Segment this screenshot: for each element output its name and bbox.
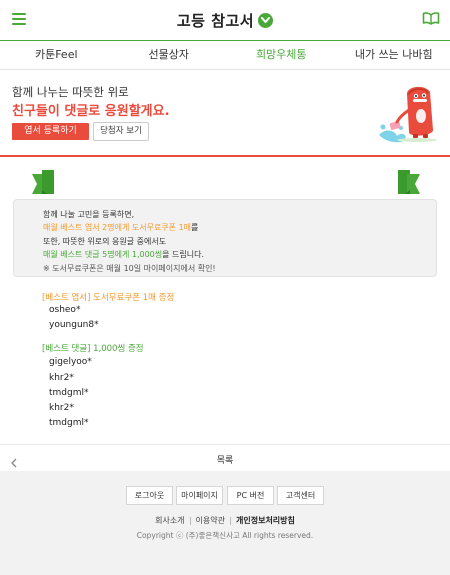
chevron-down-icon[interactable] [258, 13, 274, 28]
notice-comment-prize: 매월 베스트 댓글 5명에게 1,000씽 [43, 250, 163, 259]
comment-winner-item: tmdgml* [49, 388, 89, 398]
view-winners-button[interactable]: 당첨자 보기 [93, 122, 149, 141]
mypage-button[interactable]: 마이페이지 [176, 486, 223, 505]
pc-version-button[interactable]: PC 버전 [227, 486, 274, 505]
privacy-policy-link[interactable]: 개인정보처리방침 [236, 516, 295, 525]
footer-links: 회사소개 이용약관 개인정보처리방침 [0, 515, 450, 526]
notice-line-4: 매월 베스트 댓글 5명에게 1,000씽을 드립니다. [43, 249, 204, 260]
list-link[interactable]: 목록 [0, 453, 450, 466]
header: 고등 참고서 [0, 0, 450, 40]
comment-winner-item: khr2* [49, 403, 74, 413]
tab-bar: 카툰Feel 선물상자 희망우체통 내가 쓰는 나바힘 [0, 40, 450, 70]
copyright-text: Copyright ⓒ (주)좋은책신사고 All rights reserve… [136, 531, 314, 540]
link-divider [230, 516, 231, 525]
decorative-ribbon-left [32, 170, 54, 198]
mailbox-mascot-illustration [375, 80, 445, 154]
notice-line-1: 함께 나눌 고민을 등록하면, [43, 210, 135, 219]
tab-gift-box[interactable]: 선물상자 [113, 41, 226, 69]
notice-postcard-prize: 매월 베스트 엽서 2명에게 도서무료쿠폰 1매 [43, 223, 192, 232]
notice-line-2-rest: 를 [191, 223, 199, 232]
logout-button[interactable]: 로그아웃 [126, 486, 173, 505]
comment-winner-item: tmdgml* [49, 418, 89, 428]
customer-center-button[interactable]: 고객센터 [277, 486, 324, 505]
title-area: 고등 참고서 [0, 10, 450, 31]
register-postcard-button[interactable]: 엽서 등록하기 [12, 123, 89, 140]
best-comment-title: [베스트 댓글] 1,000씽 증정 [42, 344, 144, 354]
notice-footnote: ※ 도서무료쿠폰은 매월 10일 마이페이지에서 확인! [43, 264, 216, 273]
company-info-link[interactable]: 회사소개 [155, 516, 184, 525]
notice-line-4-rest: 을 드립니다. [162, 250, 205, 259]
hero-headline: 친구들이 댓글로 응원할게요. [12, 104, 170, 119]
best-postcard-title: [베스트 엽서] 도서무료쿠폰 1매 증정 [42, 293, 175, 303]
decorative-ribbon-right [398, 170, 420, 198]
comment-winner-item: gigelyoo* [49, 357, 92, 367]
book-icon[interactable] [422, 11, 440, 31]
terms-link[interactable]: 이용약관 [196, 516, 225, 525]
hero-subtitle: 함께 나누는 따뜻한 위로 [12, 85, 129, 99]
list-navigation: 목록 [0, 444, 450, 471]
tab-my-nabahim[interactable]: 내가 쓰는 나바힘 [338, 41, 450, 69]
postcard-winner-item: youngun8* [49, 320, 99, 330]
tab-hope-mailbox[interactable]: 희망우체통 [225, 41, 338, 69]
hero-banner: 함께 나누는 따뜻한 위로 친구들이 댓글로 응원할게요. 엽서 등록하기 당첨… [0, 70, 450, 157]
page-title: 고등 참고서 [176, 12, 255, 30]
footer: 로그아웃 마이페이지 PC 버전 고객센터 회사소개 이용약관 개인정보처리방침 C… [0, 471, 450, 575]
link-divider [189, 516, 191, 525]
tab-cartoon-feel[interactable]: 카툰Feel [0, 41, 113, 69]
comment-winner-item: khr2* [49, 373, 74, 383]
postcard-winner-item: osheo* [49, 305, 81, 315]
notice-line-2: 매월 베스트 엽서 2명에게 도서무료쿠폰 1매를 [43, 222, 198, 233]
notice-line-3: 또한, 따뜻한 위로의 응원글 중에서도 [43, 237, 167, 246]
event-notice-box: 함께 나눌 고민을 등록하면, 매월 베스트 엽서 2명에게 도서무료쿠폰 1매… [13, 199, 437, 277]
